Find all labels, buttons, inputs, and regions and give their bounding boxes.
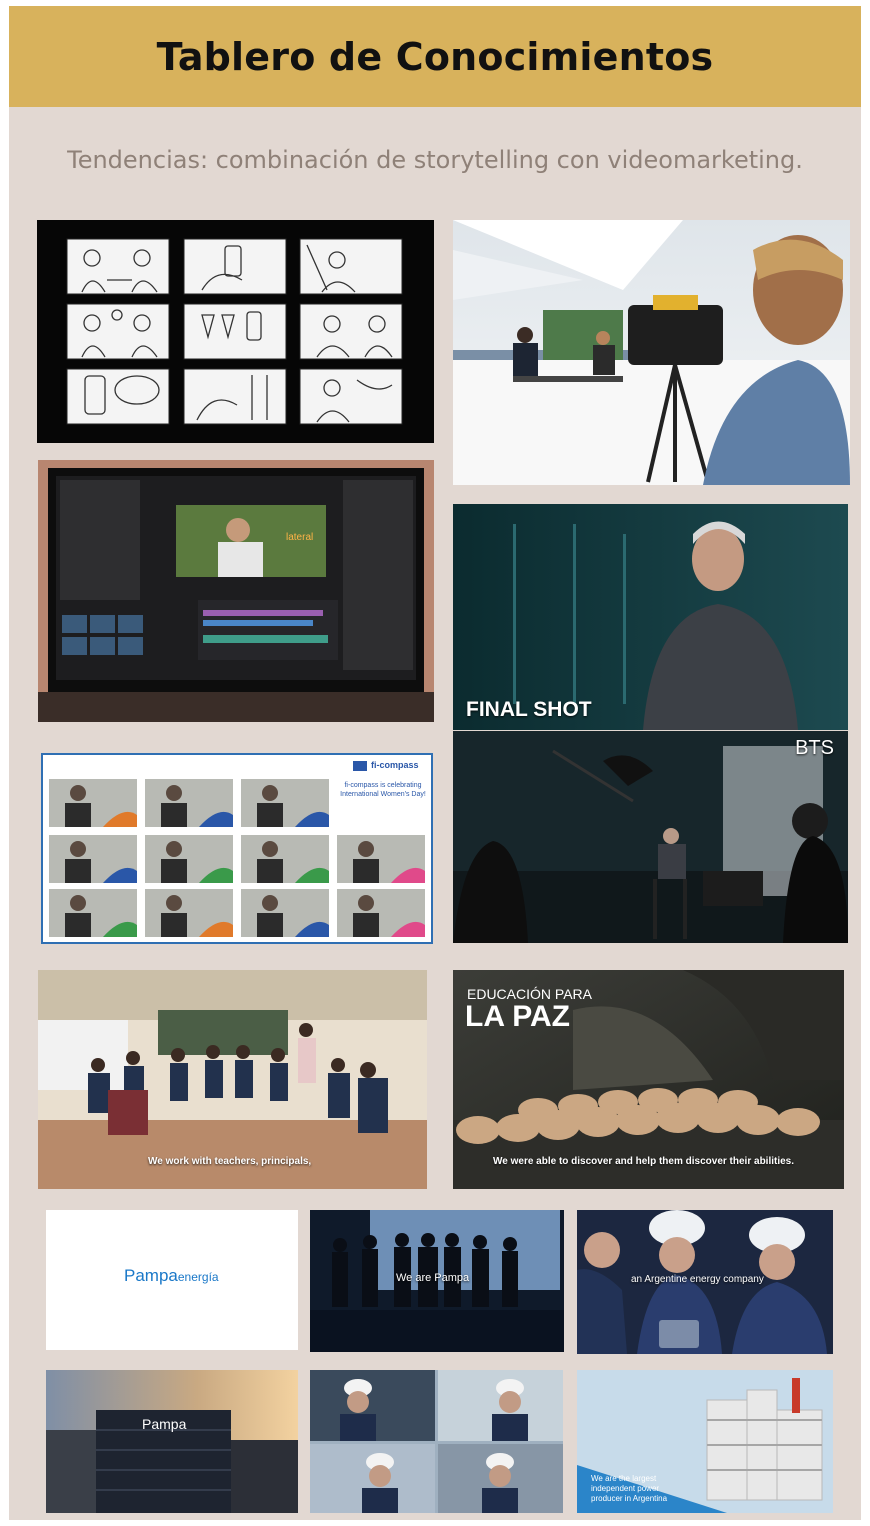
educacion-paz-image: EDUCACIÓN PARA LA PAZ We were able to di… <box>453 970 844 1189</box>
final-shot-label: FINAL SHOT <box>466 698 592 721</box>
energy-workers-image: an Argentine energy company <box>577 1210 833 1354</box>
bts-image: BTS <box>453 731 848 943</box>
bts-label: BTS <box>795 737 834 759</box>
paz-caption: We were able to discover and help them d… <box>493 1156 795 1167</box>
we-are-pampa-image: We are Pampa <box>310 1210 564 1352</box>
pampa-logo-image: Pampaenergía <box>46 1210 298 1350</box>
largest-producer-caption: We are the largest independent power pro… <box>591 1474 667 1504</box>
argentine-caption: an Argentine energy company <box>631 1274 764 1285</box>
page-subtitle: Tendencias: combinación de storytelling … <box>67 146 803 174</box>
classroom-image: We work with teachers, principals, <box>38 970 427 1189</box>
final-shot-image: FINAL SHOT <box>453 504 848 730</box>
classroom-caption: We work with teachers, principals, <box>148 1156 312 1167</box>
pampa-building-logo: Pampa <box>142 1416 187 1432</box>
pampa-wordmark: Pampa <box>124 1266 178 1285</box>
camera-interview-image <box>453 220 850 485</box>
pampa-logo-text: Pampaenergía <box>124 1266 219 1286</box>
header-banner: Tablero de Conocimientos <box>9 6 861 107</box>
fi-compass-message: fi-compass is celebrating International … <box>340 782 426 798</box>
svg-text:lateral: lateral <box>286 532 313 543</box>
pampa-energia-wordmark: energía <box>177 1270 219 1284</box>
page-title: Tablero de Conocimientos <box>156 34 714 79</box>
largest-line-1: We are the largest <box>591 1474 657 1483</box>
storyboard-image <box>37 220 434 443</box>
we-are-pampa-caption: We are Pampa <box>396 1272 470 1284</box>
workers-collage-image <box>310 1370 563 1513</box>
paz-line-2: LA PAZ <box>465 1000 570 1033</box>
pampa-building-image: Pampa <box>46 1370 298 1513</box>
largest-line-3: producer in Argentina <box>591 1494 668 1503</box>
fi-compass-grid-image: fi-compass fi-compass is celebrating Int… <box>41 753 433 944</box>
fi-compass-logo: fi-compass <box>371 760 419 770</box>
largest-line-2: independent power <box>591 1484 660 1493</box>
power-plant-image: We are the largest independent power pro… <box>577 1370 833 1513</box>
video-editing-image: lateral <box>38 460 434 722</box>
